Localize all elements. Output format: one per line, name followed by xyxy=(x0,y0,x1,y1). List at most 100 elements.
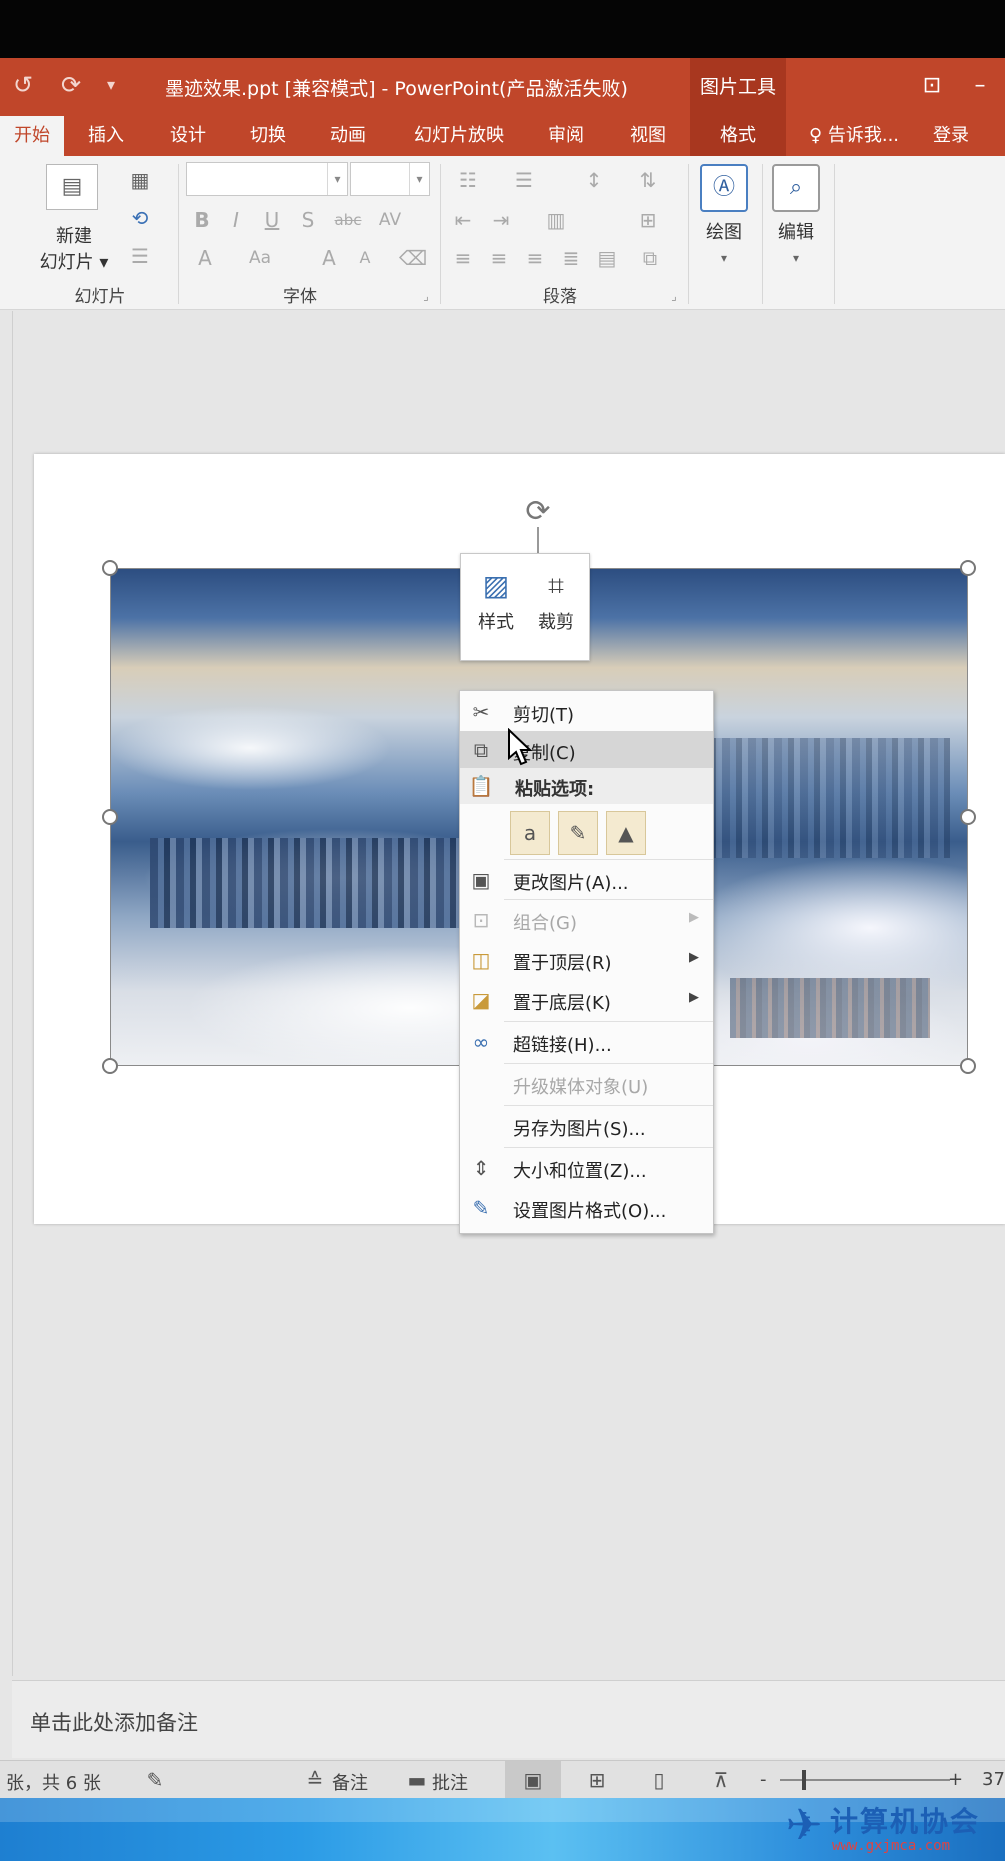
resize-handle-middle-left[interactable] xyxy=(102,809,118,825)
spell-check-icon[interactable]: ✎ xyxy=(140,1766,170,1794)
bold-button[interactable]: B xyxy=(190,206,214,234)
font-dialog-launcher-icon[interactable]: ⌟ xyxy=(418,282,434,310)
paste-as-picture-icon[interactable]: ▲ xyxy=(606,811,646,855)
increase-indent-icon[interactable]: ⇥ xyxy=(486,206,516,234)
slideshow-view-icon[interactable]: ⊼ xyxy=(706,1766,736,1794)
notes-toggle-label[interactable]: 备注 xyxy=(332,1769,368,1795)
tab-view[interactable]: 视图 xyxy=(612,116,684,156)
zoom-level[interactable]: 37 xyxy=(982,1769,1005,1790)
distributed-icon[interactable]: ▤ xyxy=(592,244,622,272)
tab-review[interactable]: 审阅 xyxy=(530,116,602,156)
tab-transitions[interactable]: 切换 xyxy=(232,116,304,156)
menu-item-label: 更改图片(A)... xyxy=(513,873,629,894)
justify-icon[interactable]: ≣ xyxy=(556,244,586,272)
drawing-dropdown-icon[interactable]: ▾ xyxy=(714,244,734,272)
editing-dropdown-icon[interactable]: ▾ xyxy=(786,244,806,272)
tab-home[interactable]: 开始 xyxy=(0,116,64,156)
align-left-icon[interactable]: ≡ xyxy=(448,244,478,272)
decrease-indent-icon[interactable]: ⇤ xyxy=(448,206,478,234)
menu-item-bring-to-front[interactable]: ◫ 置于顶层(R) ▶ xyxy=(460,941,713,979)
ribbon-tab-row: 开始 插入 设计 切换 动画 幻灯片放映 审阅 视图 格式 ♀ 告诉我... 登… xyxy=(0,116,1005,156)
menu-item-change-picture[interactable]: ▣ 更改图片(A)... xyxy=(460,861,713,899)
menu-item-format-picture[interactable]: ✎ 设置图片格式(O)... xyxy=(460,1189,713,1227)
shrink-font-button[interactable]: A xyxy=(350,244,380,272)
context-menu: ✂ 剪切(T) ⧉ 复制(C) 📋 粘贴选项: a ✎ ▲ ▣ 更改图片(A).… xyxy=(459,690,714,1234)
new-slide-icon[interactable]: ▤ xyxy=(46,164,98,210)
ribbon-display-options-icon[interactable]: ⊡ xyxy=(912,68,952,104)
line-spacing-icon[interactable]: ↕ xyxy=(574,166,614,194)
font-name-combo[interactable]: ▾ xyxy=(186,162,348,196)
mini-toolbar: ▨ 样式 ⌗ 裁剪 xyxy=(460,553,590,661)
align-text-icon[interactable]: ⊞ xyxy=(628,206,668,234)
bullets-icon[interactable]: ☷ xyxy=(448,166,488,194)
picture-style-button[interactable]: ▨ 样式 xyxy=(467,564,525,654)
editing-label[interactable]: 编辑 xyxy=(760,218,832,244)
menu-item-size-and-position[interactable]: ⇕ 大小和位置(Z)... xyxy=(460,1149,713,1187)
reset-slide-icon[interactable]: ⟲ xyxy=(120,204,160,232)
grow-font-button[interactable]: A xyxy=(314,244,344,272)
resize-handle-top-right[interactable] xyxy=(960,560,976,576)
section-icon[interactable]: ☰ xyxy=(120,242,160,270)
tab-design[interactable]: 设计 xyxy=(152,116,224,156)
tab-insert[interactable]: 插入 xyxy=(70,116,142,156)
resize-handle-middle-right[interactable] xyxy=(960,809,976,825)
text-direction-icon[interactable]: ⇅ xyxy=(628,166,668,194)
tell-me-search[interactable]: ♀ 告诉我... xyxy=(800,116,908,156)
submenu-arrow-icon: ▶ xyxy=(689,950,699,965)
zoom-slider-thumb[interactable] xyxy=(802,1770,806,1790)
layout-icon[interactable]: ▦ xyxy=(120,166,160,194)
smartart-icon[interactable]: ⧉ xyxy=(630,244,670,272)
find-magnifier-icon[interactable]: ⌕ xyxy=(772,164,820,212)
notes-pane[interactable]: 单击此处添加备注 xyxy=(12,1680,1005,1758)
zoom-in-button[interactable]: + xyxy=(948,1769,963,1790)
new-slide-label-2[interactable]: 幻灯片 ▾ xyxy=(24,248,124,274)
comments-icon[interactable]: ▬ xyxy=(402,1766,432,1794)
notes-toggle-icon[interactable]: ≙ xyxy=(300,1766,330,1794)
underline-button[interactable]: U xyxy=(260,206,284,234)
columns-icon[interactable]: ▥ xyxy=(536,206,576,234)
resize-handle-bottom-right[interactable] xyxy=(960,1058,976,1074)
drawing-shapes-icon[interactable]: Ⓐ xyxy=(700,164,748,212)
paste-use-destination-theme-icon[interactable]: a xyxy=(510,811,550,855)
font-size-combo[interactable]: ▾ xyxy=(350,162,430,196)
resize-handle-top-left[interactable] xyxy=(102,560,118,576)
menu-item-copy[interactable]: ⧉ 复制(C) xyxy=(460,731,713,769)
slide-sorter-view-icon[interactable]: ⊞ xyxy=(582,1766,612,1794)
resize-handle-bottom-left[interactable] xyxy=(102,1058,118,1074)
menu-item-upgrade-media[interactable]: 升级媒体对象(U) xyxy=(460,1065,713,1103)
menu-item-hyperlink[interactable]: ∞ 超链接(H)... xyxy=(460,1023,713,1061)
tab-picture-format[interactable]: 格式 xyxy=(690,116,786,156)
menu-item-save-as-picture[interactable]: 另存为图片(S)... xyxy=(460,1107,713,1145)
sign-in-link[interactable]: 登录 xyxy=(916,116,986,156)
menu-item-send-to-back[interactable]: ◪ 置于底层(K) ▶ xyxy=(460,981,713,1019)
menu-item-cut[interactable]: ✂ 剪切(T) xyxy=(460,693,713,731)
rotate-handle-icon[interactable]: ⟳ xyxy=(520,494,556,530)
zoom-out-button[interactable]: - xyxy=(760,1769,767,1790)
slideshow-from-start-icon[interactable]: ⟳ xyxy=(56,70,86,100)
normal-view-icon[interactable]: ▣ xyxy=(518,1766,548,1794)
strikethrough-button[interactable]: abc xyxy=(328,206,368,234)
tab-animations[interactable]: 动画 xyxy=(312,116,384,156)
clear-formatting-icon[interactable]: ⌫ xyxy=(398,244,428,272)
drawing-label[interactable]: 绘图 xyxy=(688,218,760,244)
reading-view-icon[interactable]: ▯ xyxy=(644,1766,674,1794)
paste-keep-source-formatting-icon[interactable]: ✎ xyxy=(558,811,598,855)
shadow-button[interactable]: S xyxy=(296,206,320,234)
italic-button[interactable]: I xyxy=(224,206,248,234)
align-right-icon[interactable]: ≡ xyxy=(520,244,550,272)
crop-button[interactable]: ⌗ 裁剪 xyxy=(527,564,585,654)
paragraph-dialog-launcher-icon[interactable]: ⌟ xyxy=(666,282,682,310)
customize-quick-access-icon[interactable]: ▾ xyxy=(96,70,126,100)
menu-item-group[interactable]: ⊡ 组合(G) ▶ xyxy=(460,901,713,939)
character-spacing-button[interactable]: AV xyxy=(370,206,410,234)
change-case-button[interactable]: Aa xyxy=(240,244,280,272)
new-slide-label-1[interactable]: 新建 xyxy=(30,222,118,248)
minimize-button[interactable]: – xyxy=(960,68,1000,104)
tab-slideshow[interactable]: 幻灯片放映 xyxy=(398,116,520,156)
comments-label[interactable]: 批注 xyxy=(432,1769,468,1795)
undo-icon[interactable]: ↺ xyxy=(8,70,38,100)
send-to-back-icon: ◪ xyxy=(471,988,491,1012)
align-center-icon[interactable]: ≡ xyxy=(484,244,514,272)
numbering-icon[interactable]: ☰ xyxy=(504,166,544,194)
font-color-button[interactable]: A xyxy=(190,244,220,272)
